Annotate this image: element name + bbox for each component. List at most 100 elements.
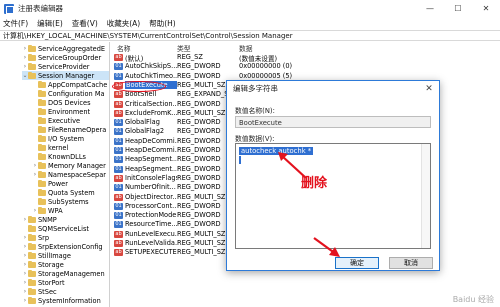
list-header: 名称 类型 数据 — [111, 42, 500, 53]
value-type: REG_MULTI_SZ — [177, 229, 226, 238]
folder-icon — [28, 269, 36, 277]
tree-item[interactable]: FileRenameOpera — [32, 125, 109, 134]
value-name: HeapSegment... — [125, 155, 177, 164]
value-type: REG_DWORD — [177, 183, 221, 192]
column-header-data[interactable]: 数据 — [239, 43, 253, 53]
tree-item-label: Srp — [38, 233, 50, 242]
tree-item[interactable]: › ServiceGroupOrder — [22, 53, 109, 62]
value-type: REG_MULTI_SZ — [177, 80, 226, 89]
tree-item[interactable]: › NamespaceSepar — [32, 170, 109, 179]
tree-item[interactable]: › ServiceProvider — [22, 62, 109, 71]
window-controls: — ☐ ✕ — [416, 0, 500, 17]
value-name: RunLevelValida... — [125, 239, 177, 247]
textarea-scrollbar[interactable] — [421, 144, 430, 248]
address-path: 计算机\HKEY_LOCAL_MACHINE\SYSTEM\CurrentCon… — [3, 31, 293, 40]
folder-icon — [28, 251, 36, 259]
string-value-icon: ab — [114, 54, 123, 61]
tree-item[interactable]: Environment — [32, 107, 109, 116]
tree-item-label: StorPort — [38, 278, 65, 287]
binary-value-icon: 01 — [114, 128, 123, 136]
value-name-label: 数值名称(N): — [235, 107, 275, 115]
value-name: AutoChkSkipS... — [125, 62, 177, 71]
tree-item[interactable]: › Memory Manager — [32, 161, 109, 170]
binary-value-icon: 01 — [114, 202, 123, 210]
tree-item[interactable]: Executive — [32, 116, 109, 125]
value-type: REG_SZ — [177, 53, 203, 61]
value-name-field[interactable]: BootExecute — [235, 116, 431, 128]
string-value-icon: ab — [114, 174, 123, 182]
tree-item[interactable]: › ServiceAggregatedE — [22, 44, 109, 53]
minimize-button[interactable]: — — [416, 0, 444, 17]
tree-item[interactable]: Configuration Ma — [32, 89, 109, 98]
tree-item[interactable]: AppCompatCache — [32, 80, 109, 89]
folder-icon — [38, 197, 46, 205]
tree-item[interactable]: I/O System — [32, 134, 109, 143]
menu-edit[interactable]: 编辑(E) — [37, 18, 63, 29]
tree-item-label: NamespaceSepar — [48, 170, 106, 179]
tree-item[interactable]: › SNMP — [22, 215, 109, 224]
value-name: RunLevelExecu... — [125, 229, 177, 238]
tree-item-label: AppCompatCache — [48, 80, 108, 89]
value-row[interactable]: 01 AutoChkSkipS... REG_DWORD 0x00000000 (0) — [111, 62, 500, 71]
binary-value-icon: 01 — [114, 156, 123, 164]
value-name: HeapSegment... — [125, 164, 177, 173]
folder-icon — [38, 80, 46, 88]
string-value-icon: ab — [114, 240, 123, 247]
tree-item[interactable]: › Storage — [22, 260, 109, 269]
tree-item[interactable]: kernel — [32, 143, 109, 152]
value-name: ProcessorCont... — [125, 201, 177, 210]
menu-favorites[interactable]: 收藏夹(A) — [107, 18, 140, 29]
cancel-button[interactable]: 取消 — [389, 257, 433, 269]
value-type: REG_MULTI_SZ — [177, 239, 226, 247]
tree-item[interactable]: SubSystems — [32, 197, 109, 206]
address-bar[interactable]: 计算机\HKEY_LOCAL_MACHINE\SYSTEM\CurrentCon… — [0, 30, 500, 41]
tree-item[interactable]: Quota System — [32, 188, 109, 197]
tree-item-label: WPA — [48, 206, 63, 215]
column-header-name[interactable]: 名称 — [117, 43, 131, 53]
dialog-close-icon[interactable]: ✕ — [419, 81, 439, 96]
tree-item-label: FileRenameOpera — [48, 125, 107, 134]
value-type: REG_DWORD — [177, 127, 221, 136]
tree-item[interactable]: › SrpExtensionConfig — [22, 242, 109, 251]
tree-item-label: Configuration Ma — [48, 89, 105, 98]
regedit-app-icon — [4, 3, 14, 14]
value-name: ExcludeFromK... — [125, 108, 177, 117]
value-type: REG_MULTI_SZ — [177, 248, 226, 257]
folder-icon — [28, 224, 36, 232]
tree-item[interactable]: › StorageManagemen — [22, 269, 109, 278]
tree-item[interactable]: Power — [32, 179, 109, 188]
tree-item[interactable]: SQMServiceList — [22, 224, 109, 233]
value-type: REG_EXPAND_SZ — [177, 90, 233, 99]
value-name: ProtectionMode — [125, 211, 177, 220]
value-data-textarea[interactable]: autocheck autochk * — [235, 143, 431, 249]
folder-icon — [28, 260, 36, 268]
value-name: InitConsoleFlags — [125, 173, 177, 182]
tree-item[interactable]: › SystemInformation — [22, 296, 109, 305]
menu-file[interactable]: 文件(F) — [3, 18, 28, 29]
value-row[interactable]: ab (默认) REG_SZ (数值未设置) — [111, 53, 500, 63]
close-button[interactable]: ✕ — [472, 0, 500, 17]
maximize-button[interactable]: ☐ — [444, 0, 472, 17]
binary-value-icon: 01 — [114, 221, 123, 229]
tree-item[interactable]: ⌄ Session Manager — [22, 71, 109, 80]
tree-item-label: SQMServiceList — [38, 224, 89, 233]
value-name: HeapDeCommi... — [125, 136, 177, 145]
value-name: AutoChkTimeo... — [125, 71, 177, 80]
menu-bar: 文件(F) 编辑(E) 查看(V) 收藏夹(A) 帮助(H) — [0, 17, 500, 30]
menu-view[interactable]: 查看(V) — [72, 18, 98, 29]
tree-item[interactable]: KnownDLLs — [32, 152, 109, 161]
tree-item[interactable]: › StorPort — [22, 278, 109, 287]
tree-item[interactable]: DOS Devices — [32, 98, 109, 107]
tree-item-label: I/O System — [48, 134, 85, 143]
menu-help[interactable]: 帮助(H) — [149, 18, 176, 29]
value-type: REG_DWORD — [177, 146, 221, 154]
title-bar: 注册表编辑器 — ☐ ✕ — [0, 0, 500, 17]
tree-item[interactable]: › StSec — [22, 287, 109, 296]
column-header-type[interactable]: 类型 — [177, 43, 191, 53]
tree-item[interactable]: › StillImage — [22, 251, 109, 260]
value-type: REG_DWORD — [177, 71, 221, 80]
tree-item[interactable]: › Srp — [22, 233, 109, 242]
tree-item-label: Session Manager — [38, 71, 95, 80]
tree-item[interactable]: › WPA — [32, 206, 109, 215]
value-name: CriticalSection... — [125, 99, 177, 108]
